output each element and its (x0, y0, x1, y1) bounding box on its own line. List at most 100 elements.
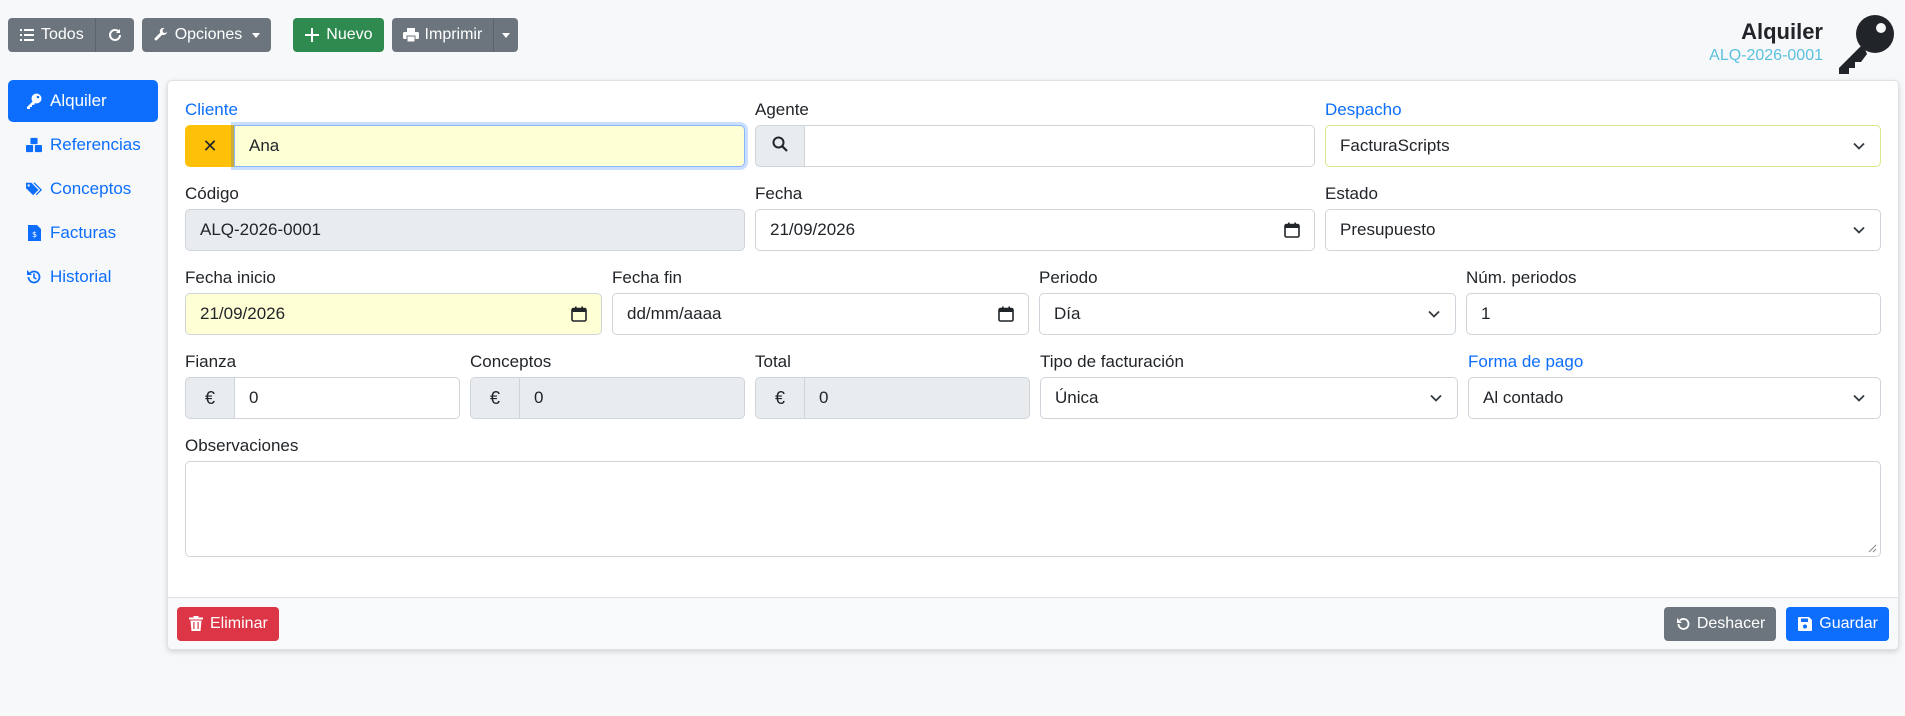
key-icon (1833, 14, 1897, 74)
document-code: ALQ-2026-0001 (1709, 47, 1823, 64)
num-periodos-group: Núm. periodos 1 (1466, 267, 1881, 335)
imprimir-label: Imprimir (424, 26, 483, 43)
observaciones-label: Observaciones (185, 436, 299, 455)
agente-group: Agente (755, 99, 1315, 167)
fecha-group: Fecha 21/09/2026 (755, 183, 1315, 251)
fianza-label: Fianza (185, 352, 237, 371)
conceptos-label: Conceptos (470, 352, 552, 371)
total-value: 0 (819, 388, 829, 407)
refresh-button[interactable] (94, 18, 134, 52)
guardar-button[interactable]: Guardar (1786, 606, 1889, 641)
euro-icon: € (755, 377, 804, 419)
euro-icon: € (470, 377, 519, 419)
estado-value: Presupuesto (1340, 220, 1436, 239)
forma-pago-label[interactable]: Forma de pago (1468, 351, 1881, 373)
eliminar-label: Eliminar (210, 614, 268, 632)
page-title: Alquiler (1741, 19, 1823, 44)
fecha-inicio-input[interactable]: 21/09/2026 (185, 293, 602, 335)
nuevo-group: Nuevo (293, 18, 384, 52)
search-agente-button[interactable] (755, 125, 804, 167)
calendar-icon[interactable] (998, 306, 1014, 322)
sidebar-item-facturas[interactable]: $ Facturas (8, 212, 158, 254)
list-icon (19, 27, 35, 43)
form-row: Fecha inicio 21/09/2026 Fecha fin dd/mm/… (185, 267, 1881, 335)
sidebar-item-label: Historial (50, 267, 112, 286)
num-periodos-input[interactable]: 1 (1466, 293, 1881, 335)
num-periodos-label: Núm. periodos (1466, 268, 1577, 287)
imprimir-dropdown-button[interactable] (493, 18, 519, 52)
form-footer: Eliminar Deshacer Guardar (168, 597, 1898, 649)
nuevo-label: Nuevo (326, 26, 373, 43)
refresh-icon (107, 27, 123, 43)
cliente-group: Cliente ✕ Ana (185, 99, 745, 167)
deshacer-label: Deshacer (1696, 614, 1766, 632)
cliente-label[interactable]: Cliente (185, 99, 745, 121)
wrench-icon (153, 27, 169, 43)
sidebar-item-referencias[interactable]: Referencias (8, 124, 158, 166)
despacho-select[interactable]: FacturaScripts (1325, 125, 1881, 167)
forma-pago-select[interactable]: Al contado (1468, 377, 1881, 419)
deshacer-button[interactable]: Deshacer (1663, 606, 1777, 641)
despacho-group: Despacho FacturaScripts (1325, 99, 1881, 167)
imprimir-button[interactable]: Imprimir (391, 18, 494, 52)
conceptos-input: 0 (519, 377, 745, 419)
observaciones-textarea[interactable] (185, 461, 1881, 557)
todos-group: Todos (8, 18, 134, 52)
chevron-down-icon (1853, 394, 1865, 402)
chevron-down-icon (502, 32, 511, 38)
todos-button[interactable]: Todos (8, 18, 95, 52)
fecha-label: Fecha (755, 184, 803, 203)
tipo-facturacion-value: Única (1055, 388, 1099, 407)
estado-select[interactable]: Presupuesto (1325, 209, 1881, 251)
despacho-value: FacturaScripts (1340, 136, 1450, 155)
rental-form-card: Cliente ✕ Ana Agente Despacho FacturaScr… (167, 80, 1899, 650)
clear-cliente-button[interactable]: ✕ (185, 125, 234, 167)
chevron-down-icon (1853, 226, 1865, 234)
calendar-icon[interactable] (571, 306, 587, 322)
opciones-button[interactable]: Opciones (141, 18, 272, 52)
tipo-facturacion-select[interactable]: Única (1040, 377, 1458, 419)
observaciones-group: Observaciones (185, 435, 1881, 557)
fecha-fin-input[interactable]: dd/mm/aaaa (612, 293, 1029, 335)
chevron-down-icon (1853, 142, 1865, 150)
forma-pago-group: Forma de pago Al contado (1468, 351, 1881, 419)
periodo-group: Periodo Día (1039, 267, 1456, 335)
agente-input[interactable] (804, 125, 1315, 167)
save-icon (1797, 616, 1813, 632)
fianza-value: 0 (249, 388, 259, 407)
fianza-group: Fianza € 0 (185, 351, 460, 419)
undo-icon (1675, 616, 1691, 632)
periodo-select[interactable]: Día (1039, 293, 1456, 335)
cliente-input[interactable]: Ana (234, 125, 745, 167)
fecha-inicio-value: 21/09/2026 (200, 304, 286, 323)
agente-label: Agente (755, 100, 809, 119)
fecha-fin-label: Fecha fin (612, 268, 682, 287)
form-row: Fianza € 0 Conceptos € 0 Total € 0 Tipo … (185, 351, 1881, 419)
search-icon (772, 136, 788, 157)
sidebar-item-historial[interactable]: Historial (8, 256, 158, 298)
num-periodos-value: 1 (1481, 304, 1491, 323)
total-group: Total € 0 (755, 351, 1030, 419)
despacho-label[interactable]: Despacho (1325, 99, 1881, 121)
forma-pago-value: Al contado (1483, 388, 1564, 407)
resize-handle-icon[interactable] (1867, 543, 1877, 553)
periodo-value: Día (1054, 304, 1081, 323)
trash-icon (188, 616, 204, 632)
nuevo-button[interactable]: Nuevo (293, 18, 384, 52)
eliminar-button[interactable]: Eliminar (177, 606, 279, 641)
sidebar-item-label: Referencias (50, 135, 141, 154)
document-header: Alquiler ALQ-2026-0001 (1709, 18, 1823, 66)
fianza-input[interactable]: 0 (234, 377, 460, 419)
imprimir-group: Imprimir (391, 18, 519, 52)
sidebar-item-conceptos[interactable]: Conceptos (8, 168, 158, 210)
codigo-label: Código (185, 184, 239, 203)
cubes-icon (26, 137, 42, 153)
invoice-icon: $ (26, 225, 42, 241)
calendar-icon[interactable] (1284, 222, 1300, 238)
guardar-label: Guardar (1819, 614, 1878, 632)
sidebar-item-label: Facturas (50, 223, 117, 242)
fecha-inicio-group: Fecha inicio 21/09/2026 (185, 267, 602, 335)
sidebar-item-alquiler[interactable]: Alquiler (8, 80, 158, 122)
plus-icon (304, 27, 320, 43)
fecha-input[interactable]: 21/09/2026 (755, 209, 1315, 251)
